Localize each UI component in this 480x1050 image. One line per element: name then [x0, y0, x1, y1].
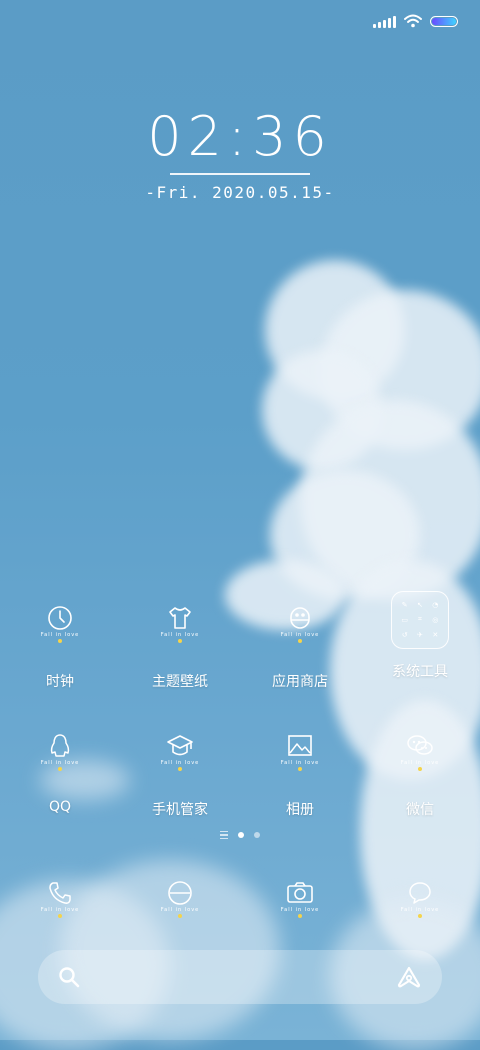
- battery-icon: [430, 15, 458, 27]
- page-dot-active[interactable]: [238, 832, 244, 838]
- app-wechat[interactable]: Fall in love 微信: [360, 733, 480, 819]
- app-qq[interactable]: Fall in love QQ: [0, 733, 120, 819]
- global-search-bar[interactable]: [38, 950, 442, 1004]
- app-label: 时钟: [46, 674, 74, 690]
- dock-camera[interactable]: Fall in love: [240, 880, 360, 940]
- app-label: 微信: [406, 802, 434, 818]
- icon-dot: [178, 914, 182, 918]
- app-label: 应用商店: [272, 674, 328, 690]
- clock-time: 02:36: [147, 105, 333, 168]
- lockscreen-clock-widget[interactable]: 02:36 -Fri. 2020.05.15-: [0, 105, 480, 202]
- penguin-icon: Fall in love: [30, 733, 90, 793]
- store-robot-icon: Fall in love: [270, 605, 330, 665]
- icon-caption: Fall in love: [40, 907, 80, 913]
- app-label: QQ: [48, 799, 72, 815]
- app-gallery[interactable]: Fall in love 相册: [240, 733, 360, 819]
- icon-caption: Fall in love: [400, 760, 440, 766]
- clock-divider: [170, 173, 310, 175]
- app-label: 手机管家: [152, 802, 208, 818]
- icon-dot: [298, 639, 302, 643]
- icon-dot: [58, 914, 62, 918]
- camera-icon: Fall in love: [270, 880, 330, 940]
- signal-icon: [373, 14, 396, 28]
- status-bar: [373, 10, 458, 32]
- app-label: 主题壁纸: [152, 674, 208, 690]
- icon-caption: Fall in love: [280, 760, 320, 766]
- icon-caption: Fall in love: [400, 907, 440, 913]
- phone-icon: Fall in love: [30, 880, 90, 940]
- icon-caption: Fall in love: [160, 760, 200, 766]
- icon-dot: [178, 767, 182, 771]
- tshirt-icon: Fall in love: [150, 605, 210, 665]
- app-row-2: Fall in love QQ Fall in love 手机管家 Fall i…: [0, 733, 480, 819]
- app-label: 系统工具: [392, 664, 448, 680]
- icon-caption: Fall in love: [160, 907, 200, 913]
- icon-dot: [58, 639, 62, 643]
- icon-dot: [298, 914, 302, 918]
- icon-dot: [178, 639, 182, 643]
- graduation-cap-icon: Fall in love: [150, 733, 210, 793]
- menu-lines-icon[interactable]: [220, 831, 228, 839]
- icon-dot: [418, 767, 422, 771]
- icon-dot: [58, 767, 62, 771]
- app-label: 相册: [286, 802, 314, 818]
- page-indicator[interactable]: [0, 831, 480, 839]
- dock-phone[interactable]: Fall in love: [0, 880, 120, 940]
- folder-system-tools[interactable]: ✎ ↖ ◔ ▭ ⌗ ◎ ↺ ✈ ✕ 系统工具: [360, 591, 480, 691]
- app-clock[interactable]: Fall in love 时钟: [0, 605, 120, 691]
- app-store[interactable]: Fall in love 应用商店: [240, 605, 360, 691]
- clock-icon: Fall in love: [30, 605, 90, 665]
- search-icon[interactable]: [58, 966, 80, 988]
- assistant-icon[interactable]: [396, 965, 422, 989]
- app-phone-manager[interactable]: Fall in love 手机管家: [120, 733, 240, 819]
- icon-caption: Fall in love: [280, 632, 320, 638]
- icon-caption: Fall in love: [160, 632, 200, 638]
- clock-date: -Fri. 2020.05.15-: [145, 182, 335, 202]
- gallery-icon: Fall in love: [270, 733, 330, 793]
- dock: Fall in love Fall in love Fall in love F…: [0, 880, 480, 940]
- icon-caption: Fall in love: [40, 760, 80, 766]
- dock-messages[interactable]: Fall in love: [360, 880, 480, 940]
- browser-icon: Fall in love: [150, 880, 210, 940]
- battery-level: [432, 17, 456, 25]
- icon-dot: [418, 914, 422, 918]
- message-icon: Fall in love: [390, 880, 450, 940]
- app-themes[interactable]: Fall in love 主题壁纸: [120, 605, 240, 691]
- icon-dot: [298, 767, 302, 771]
- page-dot[interactable]: [254, 832, 260, 838]
- wechat-icon: Fall in love: [390, 733, 450, 793]
- folder-icon: ✎ ↖ ◔ ▭ ⌗ ◎ ↺ ✈ ✕: [391, 591, 449, 649]
- icon-caption: Fall in love: [280, 907, 320, 913]
- dock-browser[interactable]: Fall in love: [120, 880, 240, 940]
- icon-caption: Fall in love: [40, 632, 80, 638]
- wifi-icon: [404, 14, 422, 28]
- app-row-1: Fall in love 时钟 Fall in love 主题壁纸 Fall i…: [0, 591, 480, 691]
